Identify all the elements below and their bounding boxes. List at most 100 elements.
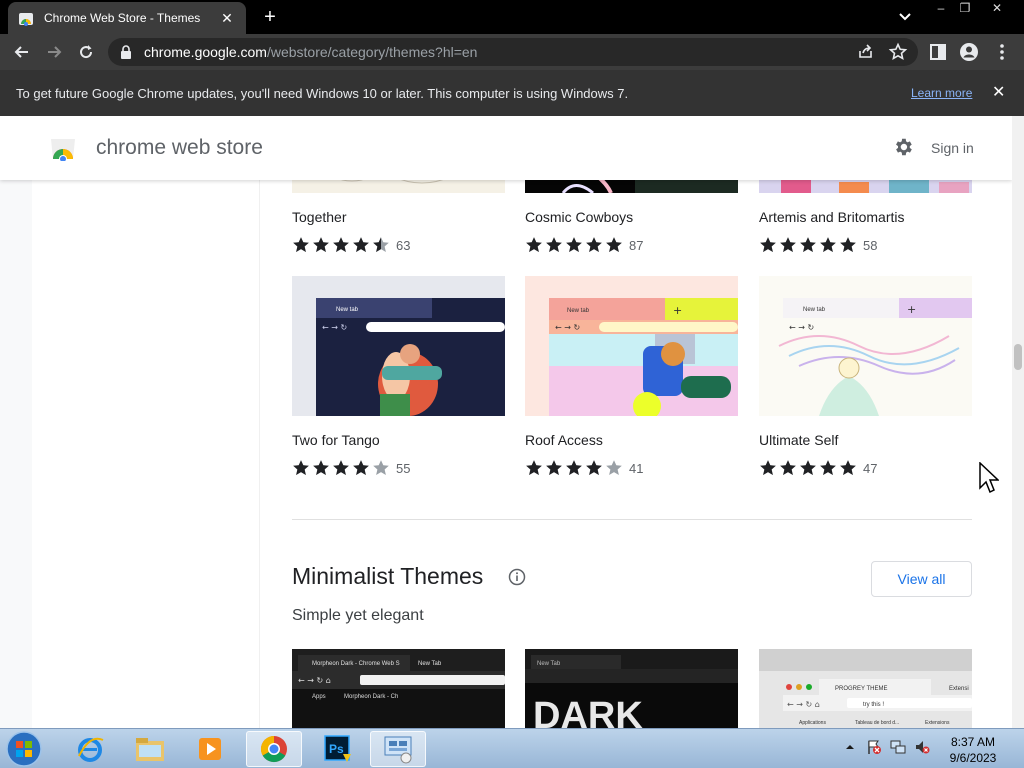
theme-thumbnail-morpheon-dark[interactable]: Morpheon Dark - Chrome Web S New Tab ← →… [292, 649, 505, 728]
control-panel-icon [384, 736, 412, 764]
star-icon [293, 460, 309, 475]
system-tray [842, 739, 930, 755]
thumb-search-text: try this ! [863, 702, 884, 708]
svg-text:← → ↻: ← → ↻ [789, 323, 814, 332]
thumb-newtab-label: New tab [567, 308, 590, 314]
menu-kebab-icon[interactable] [992, 42, 1012, 62]
chevron-down-icon[interactable] [896, 8, 914, 26]
theme-name[interactable]: Artemis and Britomartis [759, 209, 904, 225]
info-icon[interactable] [508, 568, 526, 586]
infobar-close-icon[interactable]: ✕ [992, 82, 1005, 102]
theme-thumbnail-progrey[interactable]: PROGREY THEME Extensi ← → ↻ ⌂ try this !… [759, 649, 972, 728]
photoshop-icon: Ps [324, 735, 351, 762]
taskbar-media-player[interactable] [182, 731, 238, 767]
theme-thumbnail-dark[interactable]: New Tab DARK [525, 649, 738, 728]
star-icon [313, 460, 329, 475]
star-icon [526, 460, 542, 475]
star-rating: 41 [525, 459, 643, 477]
star-rating: 55 [292, 459, 410, 477]
window-close-button[interactable]: ✕ [984, 0, 1010, 18]
web-store-logo-icon[interactable] [48, 135, 78, 161]
theme-name[interactable]: Two for Tango [292, 432, 380, 448]
new-tab-button[interactable]: + [260, 6, 280, 28]
svg-text:+: + [907, 303, 916, 316]
svg-text:← → ↻ ⌂: ← → ↻ ⌂ [298, 676, 331, 685]
side-panel-icon[interactable] [928, 42, 948, 62]
minimize-button[interactable]: – [928, 0, 954, 18]
show-hidden-icons-icon[interactable] [842, 739, 858, 755]
volume-muted-icon[interactable] [914, 739, 930, 755]
thumb-apps-label: Apps [312, 694, 326, 700]
star-icon [526, 237, 542, 252]
theme-thumbnail-ultimate-self[interactable]: New tab + ← → ↻ [759, 276, 972, 416]
star-icon [820, 237, 836, 252]
rating-count: 41 [629, 460, 644, 476]
theme-name[interactable]: Ultimate Self [759, 432, 838, 448]
star-rating: 58 [759, 236, 877, 254]
profile-avatar-icon[interactable] [959, 42, 979, 62]
browser-tab[interactable]: Chrome Web Store - Themes ✕ [8, 2, 246, 34]
star-icon [313, 237, 329, 252]
infobar-message: To get future Google Chrome updates, you… [16, 85, 629, 101]
taskbar-chrome[interactable] [246, 731, 302, 767]
star-icon [780, 460, 796, 475]
action-center-flag-icon[interactable] [866, 739, 882, 755]
roof-access-art: New tab + ← → ↻ [549, 298, 738, 416]
theme-thumbnail-roof-access[interactable]: New tab + ← → ↻ [525, 276, 738, 416]
address-bar[interactable]: chrome.google.com/webstore/category/them… [108, 38, 918, 66]
taskbar-control-panel[interactable] [370, 731, 426, 767]
store-header: chrome web store Sign in [0, 116, 1012, 180]
star-icon [606, 237, 622, 252]
ultimate-self-art: New tab + ← → ↻ [778, 298, 972, 416]
star-icon [353, 237, 369, 252]
folder-icon [136, 738, 164, 761]
theme-name[interactable]: Roof Access [525, 432, 603, 448]
thumb-tab-label: PROGREY THEME [835, 686, 887, 692]
lock-icon[interactable] [120, 45, 132, 59]
taskbar-photoshop[interactable]: Ps [310, 731, 366, 767]
tab-close-icon[interactable]: ✕ [218, 10, 236, 27]
svg-text:Ps: Ps [329, 742, 344, 756]
system-clock[interactable]: 8:37 AM 9/6/2023 [946, 734, 1000, 766]
share-icon[interactable] [856, 42, 876, 62]
clock-time: 8:37 AM [950, 735, 996, 749]
chrome-icon [260, 735, 287, 763]
taskbar-file-explorer[interactable] [122, 731, 178, 767]
star-icon [760, 237, 776, 252]
network-icon[interactable] [890, 739, 906, 755]
thumb-dark-word: DARK [533, 695, 643, 728]
theme-thumbnail-two-for-tango[interactable]: New tab ← → ↻ [292, 276, 505, 416]
windows-start-icon[interactable] [4, 730, 44, 768]
store-title[interactable]: chrome web store [96, 136, 263, 160]
star-icon [820, 460, 836, 475]
section-subtitle: Simple yet elegant [292, 607, 424, 624]
star-rating: 47 [759, 459, 877, 477]
tab-title: Chrome Web Store - Themes [44, 11, 201, 25]
thumb-newtab-label: New Tab [537, 661, 561, 667]
browser-toolbar: chrome.google.com/webstore/category/them… [0, 34, 1024, 70]
theme-name[interactable]: Cosmic Cowboys [525, 209, 633, 225]
back-arrow-icon[interactable] [12, 42, 32, 62]
bookmark-star-icon[interactable] [888, 42, 908, 62]
thumb-newtab-label: New Tab [418, 661, 442, 667]
star-rating: 63 [292, 236, 410, 254]
taskbar-internet-explorer[interactable] [62, 731, 118, 767]
reload-icon[interactable] [76, 42, 96, 62]
star-icon [840, 237, 856, 252]
windows-taskbar: Ps 8:37 AM 9/6/2023 [0, 728, 1024, 768]
star-icon [840, 460, 856, 475]
theme-name[interactable]: Together [292, 209, 346, 225]
forward-arrow-icon[interactable] [44, 42, 64, 62]
maximize-button[interactable]: ❐ [952, 0, 978, 18]
scrollbar-thumb[interactable] [1014, 344, 1022, 370]
page-viewport: chrome web store Sign in Together 63 Cos… [0, 116, 1012, 728]
star-icon [333, 237, 349, 252]
learn-more-link[interactable]: Learn more [911, 86, 972, 100]
section-divider [292, 519, 972, 520]
mouse-cursor-icon [979, 462, 999, 494]
sign-in-link[interactable]: Sign in [931, 140, 974, 156]
star-icon [373, 460, 389, 475]
page-scrollbar[interactable] [1012, 116, 1024, 728]
view-all-button[interactable]: View all [871, 561, 972, 597]
gear-icon[interactable] [892, 136, 914, 158]
